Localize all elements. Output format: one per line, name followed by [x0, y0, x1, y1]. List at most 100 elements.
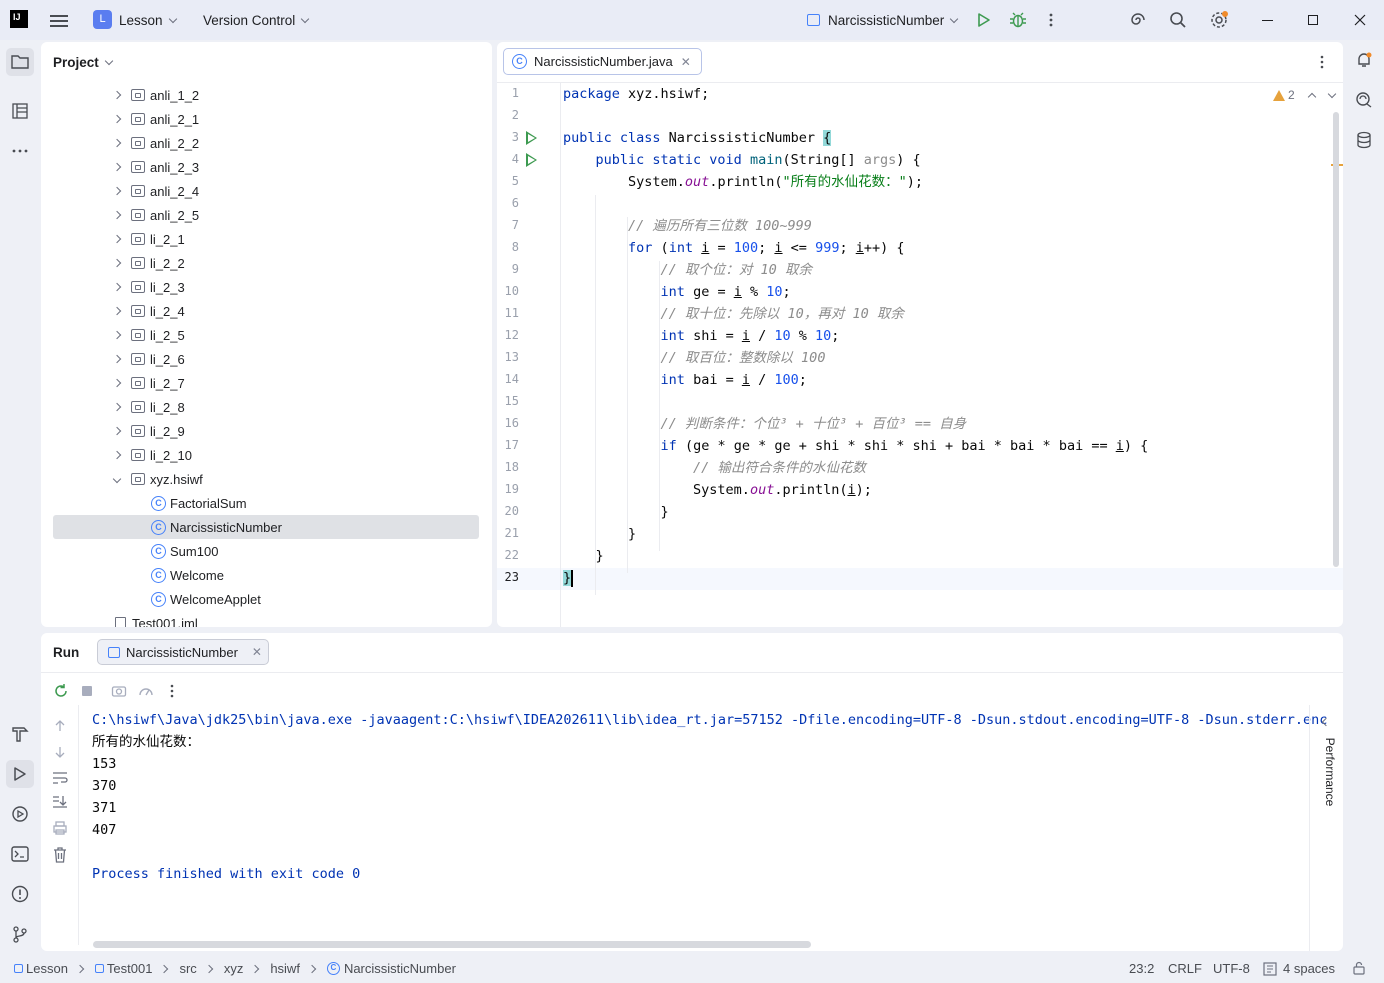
gutter-run-icon[interactable]	[526, 153, 537, 167]
tree-item[interactable]: anli_2_3	[53, 155, 479, 179]
soft-wrap-icon[interactable]	[52, 771, 68, 785]
tree-item[interactable]: C Sum100	[53, 539, 479, 563]
tree-item[interactable]: Test001.iml	[53, 611, 479, 627]
arrow-down-icon[interactable]	[53, 745, 67, 759]
breadcrumb-item[interactable]: hsiwf	[270, 961, 300, 976]
editor-tab-narcissisticnumber[interactable]: C NarcissisticNumber.java ✕	[503, 48, 702, 75]
trash-icon[interactable]	[53, 847, 67, 863]
tree-item[interactable]: li_2_10	[53, 443, 479, 467]
chevron-right-icon[interactable]	[111, 401, 123, 413]
chevron-up-icon[interactable]	[1307, 92, 1316, 101]
chevron-right-icon[interactable]	[111, 281, 123, 293]
indent-setting[interactable]: 4 spaces	[1263, 961, 1335, 976]
debug-button[interactable]	[1009, 0, 1027, 40]
profiler-icon[interactable]	[138, 683, 154, 699]
run-button[interactable]	[976, 0, 992, 40]
print-icon[interactable]	[52, 821, 68, 835]
chevron-right-icon[interactable]	[111, 89, 123, 101]
tree-item[interactable]: li_2_9	[53, 419, 479, 443]
main-menu-icon[interactable]	[50, 12, 68, 28]
breadcrumb-item[interactable]: Test001	[107, 961, 153, 976]
chevron-down-icon[interactable]	[111, 473, 123, 485]
editor-scrollbar[interactable]	[1333, 112, 1339, 567]
problems-tool-button[interactable]	[8, 882, 32, 906]
tree-item[interactable]: li_2_2	[53, 251, 479, 275]
ai-chat-button[interactable]	[1352, 88, 1376, 112]
maximize-button[interactable]	[1290, 0, 1336, 40]
ai-assistant-button[interactable]	[1129, 0, 1147, 40]
project-panel-header[interactable]: Project	[41, 42, 492, 82]
editor-options-button[interactable]	[1319, 54, 1325, 73]
chevron-right-icon[interactable]	[111, 209, 123, 221]
tree-item[interactable]: anli_1_2	[53, 83, 479, 107]
cursor-position[interactable]: 23:2	[1129, 961, 1154, 976]
lock-icon[interactable]	[1352, 961, 1366, 975]
close-button[interactable]	[1337, 0, 1383, 40]
run-tab-narcissisticnumber[interactable]: NarcissisticNumber ✕	[97, 639, 269, 665]
run-tool-button[interactable]	[6, 760, 34, 788]
performance-side-tab[interactable]: Performance	[1309, 705, 1343, 951]
tree-item[interactable]: li_2_5	[53, 323, 479, 347]
tree-item[interactable]: C FactorialSum	[53, 491, 479, 515]
tree-item[interactable]: C NarcissisticNumber	[53, 515, 479, 539]
structure-tool-button[interactable]	[8, 99, 32, 123]
tree-item[interactable]: li_2_3	[53, 275, 479, 299]
database-button[interactable]	[1352, 128, 1376, 152]
project-tool-button[interactable]	[6, 48, 34, 76]
vcs-menu[interactable]: Version Control	[203, 0, 310, 40]
tree-item[interactable]: li_2_6	[53, 347, 479, 371]
run-config-selector[interactable]: NarcissisticNumber	[807, 0, 959, 40]
breadcrumb-item[interactable]: xyz	[224, 961, 244, 976]
more-tools-button[interactable]	[8, 139, 32, 163]
scroll-to-end-icon[interactable]	[52, 795, 68, 809]
terminal-tool-button[interactable]	[8, 842, 32, 866]
chevron-right-icon[interactable]	[111, 257, 123, 269]
chevron-right-icon[interactable]	[111, 329, 123, 341]
tree-item[interactable]: anli_2_2	[53, 131, 479, 155]
breadcrumb-item[interactable]: src	[179, 961, 196, 976]
settings-button[interactable]	[1209, 0, 1229, 40]
build-tool-button[interactable]	[8, 722, 32, 746]
chevron-right-icon[interactable]	[111, 113, 123, 125]
more-vertical-icon[interactable]	[169, 683, 175, 699]
line-separator[interactable]: CRLF	[1168, 961, 1202, 976]
minimize-button[interactable]	[1244, 0, 1290, 40]
tree-item[interactable]: li_2_8	[53, 395, 479, 419]
notifications-button[interactable]	[1352, 48, 1376, 72]
close-tab-icon[interactable]: ✕	[681, 55, 691, 69]
tree-item[interactable]: C WelcomeApplet	[53, 587, 479, 611]
chevron-down-icon[interactable]	[1327, 89, 1336, 98]
chevron-right-icon[interactable]	[111, 137, 123, 149]
tree-item[interactable]: anli_2_5	[53, 203, 479, 227]
chevron-right-icon[interactable]	[111, 233, 123, 245]
file-encoding[interactable]: UTF-8	[1213, 961, 1250, 976]
chevron-right-icon[interactable]	[111, 449, 123, 461]
breadcrumb-item[interactable]: NarcissisticNumber	[344, 961, 456, 976]
chevron-right-icon[interactable]	[111, 353, 123, 365]
close-tab-icon[interactable]: ✕	[252, 645, 262, 659]
project-badge[interactable]: L	[93, 10, 112, 29]
git-tool-button[interactable]	[8, 922, 32, 946]
tree-item[interactable]: xyz.hsiwf	[53, 467, 479, 491]
tree-item[interactable]: C Welcome	[53, 563, 479, 587]
tree-item[interactable]: li_2_1	[53, 227, 479, 251]
tree-item[interactable]: anli_2_1	[53, 107, 479, 131]
inspection-widget[interactable]: 2	[1273, 88, 1336, 102]
chevron-right-icon[interactable]	[111, 305, 123, 317]
tree-item[interactable]: li_2_4	[53, 299, 479, 323]
tree-item[interactable]: anli_2_4	[53, 179, 479, 203]
chevron-right-icon[interactable]	[111, 185, 123, 197]
camera-icon[interactable]	[111, 683, 127, 699]
console-horizontal-scrollbar[interactable]	[93, 941, 811, 948]
gutter-run-icon[interactable]	[526, 131, 537, 145]
rerun-icon[interactable]	[53, 683, 69, 699]
more-actions-button[interactable]	[1048, 0, 1054, 40]
breadcrumb-item[interactable]: Lesson	[26, 961, 68, 976]
arrow-up-icon[interactable]	[53, 719, 67, 733]
stop-icon[interactable]	[79, 683, 95, 699]
services-tool-button[interactable]	[8, 802, 32, 826]
chevron-right-icon[interactable]	[111, 377, 123, 389]
tree-item[interactable]: li_2_7	[53, 371, 479, 395]
chevron-right-icon[interactable]	[111, 425, 123, 437]
search-button[interactable]	[1169, 0, 1187, 40]
